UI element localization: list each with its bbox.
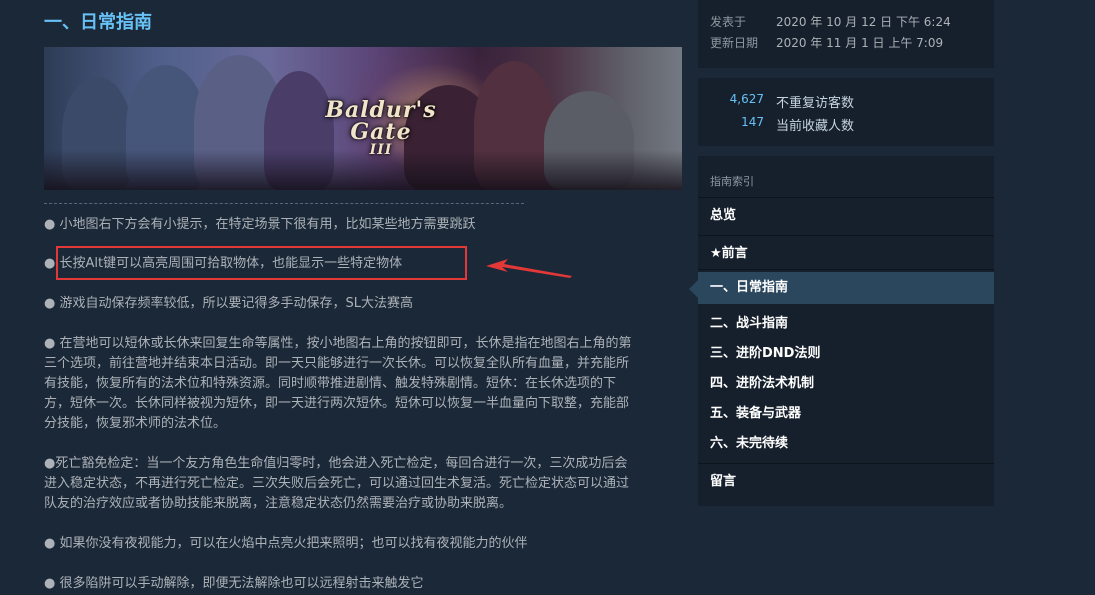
paragraph-1: ● 小地图右下方会有小提示，在特定场景下很有用，比如某些地方需要跳跃: [44, 217, 476, 232]
index-item-preface[interactable]: ★前言: [698, 239, 994, 269]
meta-panel: 发表于 2020 年 10 月 12 日 下午 6:24 更新日期 2020 年…: [698, 0, 994, 68]
index-item-overview[interactable]: 总览: [698, 201, 994, 231]
highlight-box: [56, 246, 467, 280]
posted-label: 发表于: [710, 15, 747, 29]
banner-image: Baldur's Gate III: [44, 47, 682, 190]
stats-panel: 4,627 不重复访客数 147 当前收藏人数: [698, 78, 994, 146]
banner-logo: Baldur's Gate III: [325, 97, 437, 158]
visitors-label: 不重复访客数: [776, 96, 855, 111]
paragraph-4: ● 在营地可以短休或长休来回复生命等属性，按小地图右上角的按钮即可，长休是指在地…: [44, 336, 632, 431]
red-arrow-icon: [486, 259, 572, 278]
index-item-dnd-rules[interactable]: 三、进阶DND法则: [698, 339, 994, 369]
paragraph-7: ● 很多陷阱可以手动解除，即便无法解除也可以远程射击来触发它: [44, 576, 424, 591]
posted-value: 2020 年 10 月 12 日 下午 6:24: [776, 15, 951, 29]
guide-content: 一、日常指南 Baldur's Gate III ● 小地图右下方会有小提示，在…: [0, 0, 690, 595]
visitors-count: 4,627: [729, 92, 764, 106]
index-item-comments[interactable]: 留言: [698, 467, 994, 497]
updated-label: 更新日期: [710, 36, 759, 50]
posted-row: 发表于 2020 年 10 月 12 日 下午 6:24: [710, 13, 951, 30]
favorites-label: 当前收藏人数: [776, 119, 855, 134]
paragraph-3: ● 游戏自动保存频率较低，所以要记得多手动保存，SL大法赛高: [44, 296, 413, 311]
paragraph-6: ● 如果你没有夜视能力，可以在火焰中点亮火把来照明；也可以找有夜视能力的伙伴: [44, 536, 528, 551]
index-item-equipment[interactable]: 五、装备与武器: [698, 399, 994, 429]
favorites-count: 147: [741, 115, 764, 129]
updated-value: 2020 年 11 月 1 日 上午 7:09: [776, 36, 944, 50]
index-item-combat-guide[interactable]: 二、战斗指南: [698, 309, 994, 339]
index-title: 指南索引: [710, 175, 754, 188]
guide-index: 指南索引 总览 ★前言 一、日常指南 二、战斗指南 三、进阶DND法则 四、进阶…: [689, 156, 994, 506]
index-item-spell-mechanics[interactable]: 四、进阶法术机制: [698, 369, 994, 399]
updated-row: 更新日期 2020 年 11 月 1 日 上午 7:09: [710, 34, 943, 51]
index-item-daily-guide[interactable]: 一、日常指南: [689, 272, 994, 304]
active-caret-icon: [689, 280, 698, 298]
paragraph-5: ●死亡豁免检定：当一个友方角色生命值归零时，他会进入死亡检定，每回合进行一次，三…: [44, 456, 630, 511]
divider: [44, 203, 524, 204]
index-item-to-be-continued[interactable]: 六、未完待续: [698, 429, 994, 459]
section-title: 一、日常指南: [44, 12, 152, 33]
